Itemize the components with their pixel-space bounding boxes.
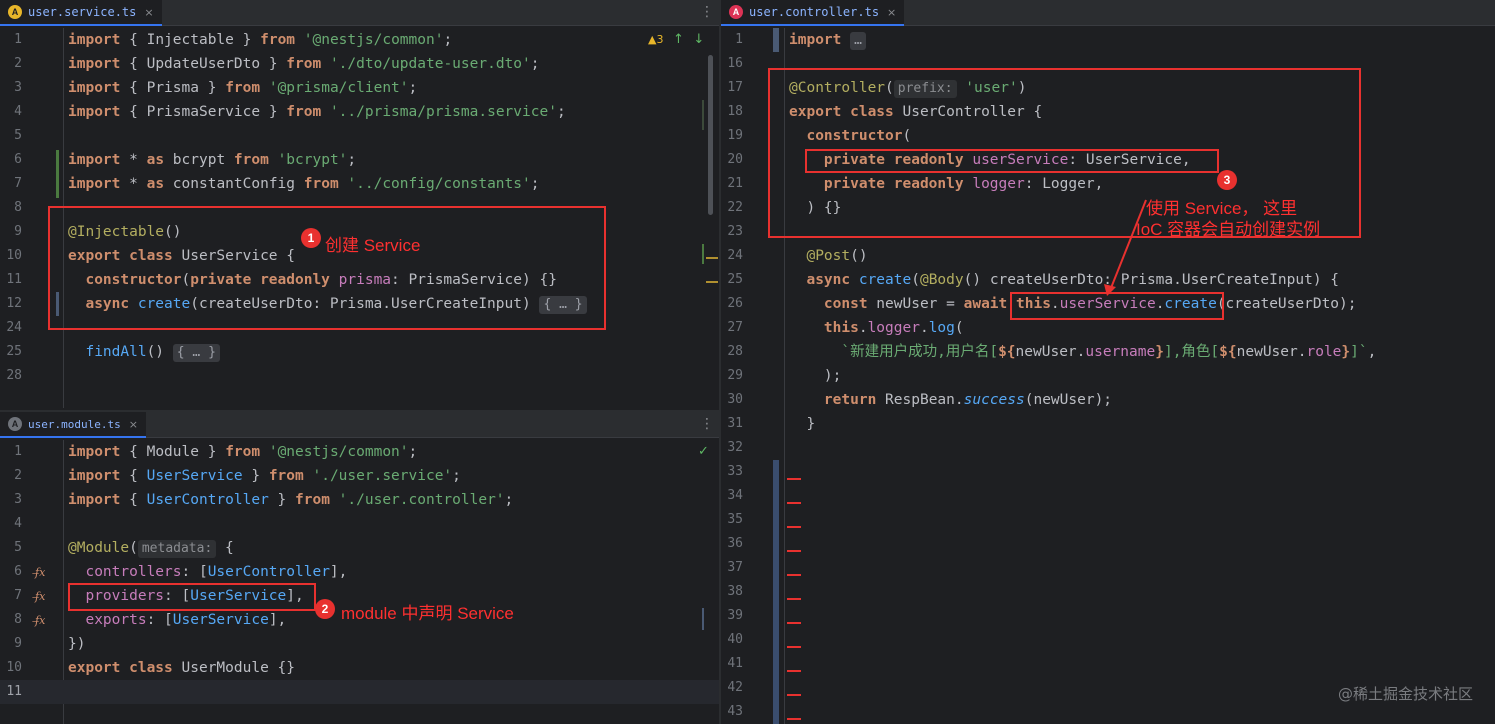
tab-user-module[interactable]: A user.module.ts × (0, 412, 146, 438)
code-line: 25 findAll() { … } (0, 340, 719, 364)
code-line: 6 import * as bcrypt from 'bcrypt'; (14, 152, 357, 168)
annotation-box-1 (48, 206, 606, 330)
annotation-text-2: module 中声明 Service (341, 604, 514, 623)
code-line: 9}) (14, 636, 86, 652)
tab-label: user.service.ts (28, 5, 137, 19)
code-line: 10 export class UserModule {} (6, 660, 296, 676)
controller-editor: A user.controller.ts × 1 import … 16 17 @C… (721, 0, 1495, 724)
code-line: 7 import * as constantConfig from '../con… (14, 176, 540, 192)
folded-block[interactable]: { … } (172, 344, 220, 362)
code-line: 4 (14, 516, 22, 531)
watermark: @稀土掘金技术社区 (1337, 685, 1473, 703)
module-tabbar: A user.module.ts × ⋮ (0, 412, 719, 438)
close-icon[interactable]: × (129, 418, 138, 431)
code-line: 2 import { UserService } from './user.ser… (14, 468, 461, 484)
code-line: 1 import { Module } from '@nestjs/common'… (14, 444, 418, 460)
annotation-badge-1: 1 (301, 228, 321, 248)
code-line: 5 (14, 128, 22, 143)
annotation-text-1: 创建 Service (325, 236, 421, 255)
angular-icon: A (8, 417, 22, 431)
tab-user-service[interactable]: A user.service.ts × (0, 0, 162, 26)
code-line: 2 import { UpdateUserDto } from './dto/up… (14, 56, 540, 72)
code-line: 4 import { PrismaService } from '../prism… (14, 104, 566, 120)
code-line: 28 (6, 368, 22, 383)
more-icon[interactable]: ⋮ (700, 4, 714, 20)
angular-icon: A (8, 5, 22, 19)
parameter-hint: metadata: (137, 540, 217, 558)
more-icon[interactable]: ⋮ (700, 416, 714, 432)
code-line: 6 controllers: [UserController], (14, 564, 348, 580)
code-line: 3 import { UserController } from './user.… (14, 492, 514, 508)
code-line: 1 import { Injectable } from '@nestjs/com… (14, 32, 453, 48)
code-line: 3 import { Prisma } from '@prisma/client'… (14, 80, 418, 96)
service-tabbar: A user.service.ts × ⋮ (0, 0, 719, 26)
service-editor: A user.service.ts × ⋮ ▲3 ↑ ↓ 1 import { I… (0, 0, 719, 410)
close-icon[interactable]: × (144, 6, 153, 19)
code-line: 5 @Module(metadata: { (14, 540, 234, 558)
code-line: 11 (6, 684, 22, 699)
annotation-badge-2: 2 (315, 599, 335, 619)
annotation-box-2 (68, 583, 316, 611)
annotation-arrow (1104, 199, 1147, 296)
module-editor: A user.module.ts × ⋮ ✓ f̶x f̶x f̶x 1 impo… (0, 412, 719, 724)
tab-label: user.module.ts (28, 417, 121, 431)
